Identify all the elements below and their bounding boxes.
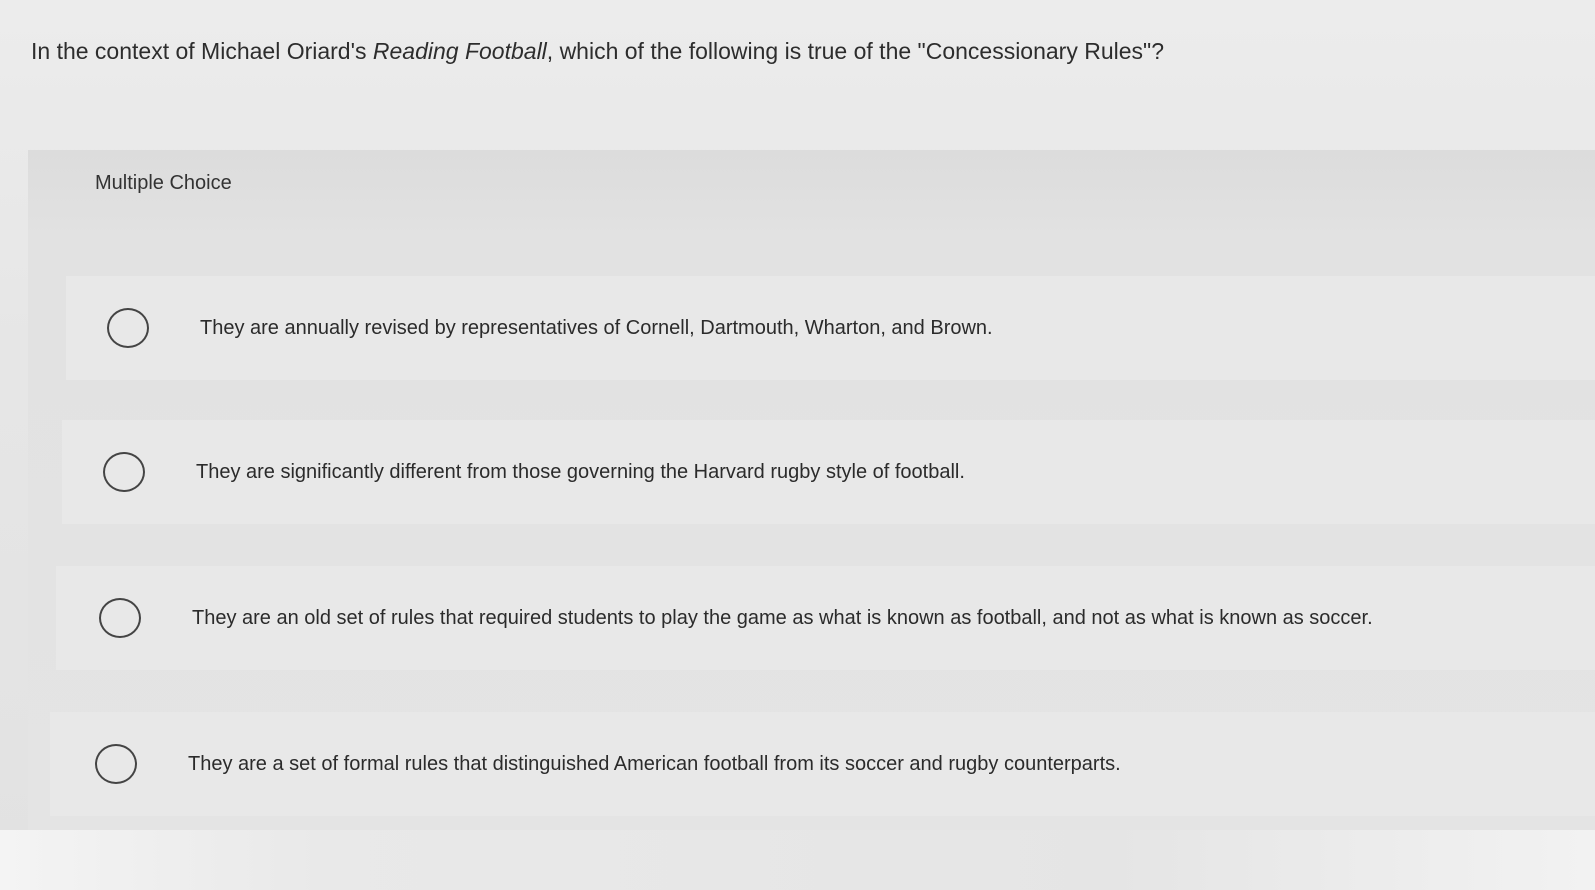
answer-option-label: They are significantly different from th… bbox=[196, 460, 965, 483]
book-title: Reading Football bbox=[372, 38, 547, 64]
answer-option-1[interactable]: They are annually revised by representat… bbox=[66, 276, 1595, 380]
answer-option-label: They are an old set of rules that requir… bbox=[192, 606, 1373, 629]
answer-option-2[interactable]: They are significantly different from th… bbox=[62, 420, 1595, 524]
question-prefix: In the context of Michael Oriard's bbox=[31, 38, 373, 64]
radio-button-icon[interactable] bbox=[107, 308, 149, 348]
question-suffix: , which of the following is true of the … bbox=[546, 38, 1164, 64]
answer-option-label: They are annually revised by representat… bbox=[200, 316, 993, 339]
answer-option-3[interactable]: They are an old set of rules that requir… bbox=[56, 566, 1595, 670]
answer-type-label: Multiple Choice bbox=[95, 172, 232, 194]
radio-button-icon[interactable] bbox=[103, 452, 145, 492]
bottom-strip bbox=[0, 830, 1595, 890]
answer-option-4[interactable]: They are a set of formal rules that dist… bbox=[50, 712, 1595, 816]
answer-option-label: They are a set of formal rules that dist… bbox=[188, 752, 1121, 775]
radio-button-icon[interactable] bbox=[99, 598, 141, 638]
question-text: In the context of Michael Oriard's Readi… bbox=[31, 34, 1551, 68]
radio-button-icon[interactable] bbox=[95, 744, 137, 784]
